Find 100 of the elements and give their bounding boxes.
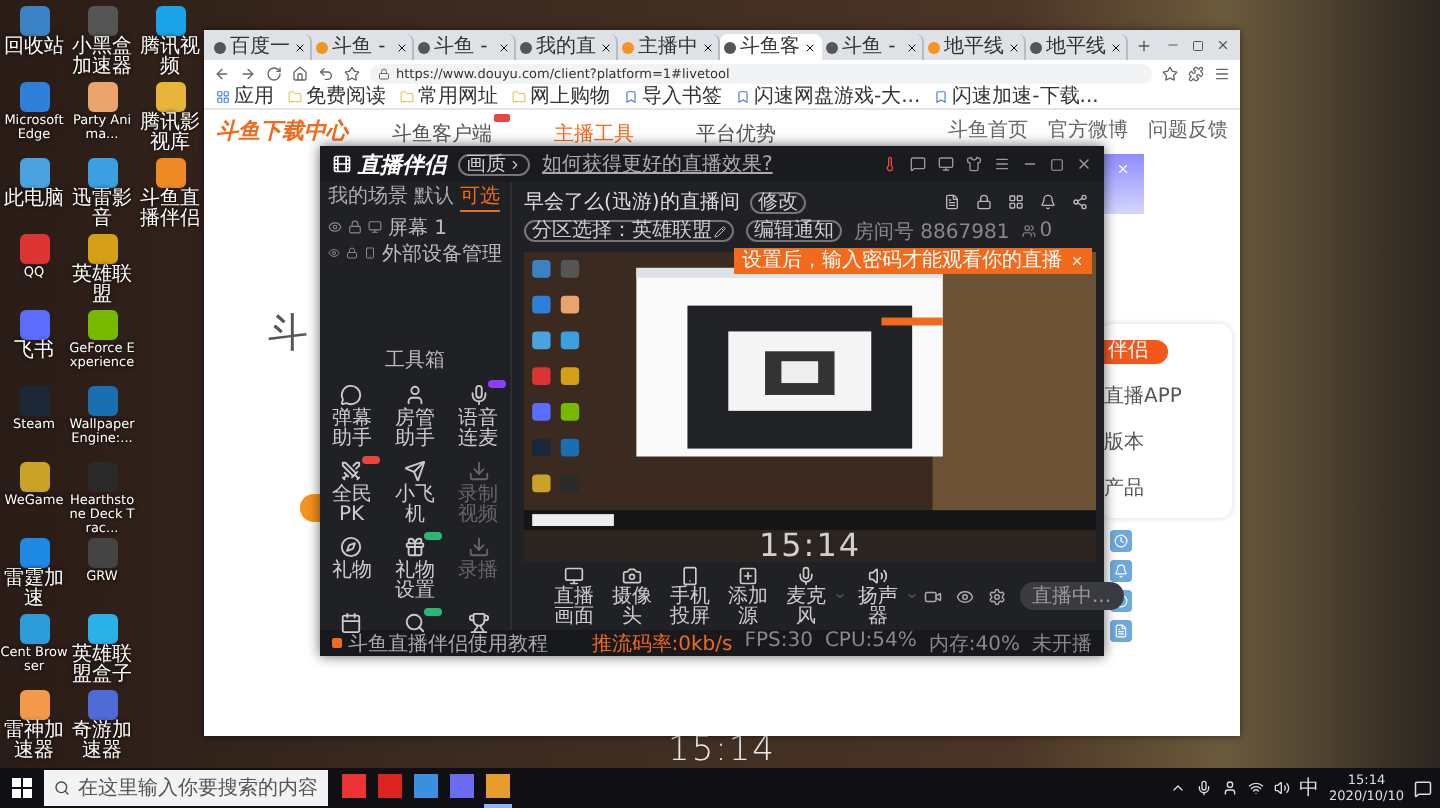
chevron-icon[interactable] xyxy=(1169,780,1186,796)
star-icon[interactable] xyxy=(344,65,360,81)
desktop-shortcut[interactable]: 飞书 xyxy=(0,310,68,386)
control-button[interactable]: 直播画面 xyxy=(548,565,600,627)
desktop-shortcut[interactable]: 奇游加速器 xyxy=(68,690,136,766)
message-icon[interactable] xyxy=(910,156,926,172)
bookmark[interactable]: 常用网址 xyxy=(400,86,498,108)
close-icon[interactable] xyxy=(1008,41,1020,53)
star-icon[interactable] xyxy=(1162,65,1178,81)
notice-button[interactable]: 编辑通知 xyxy=(746,220,842,242)
desktop-shortcut[interactable]: 雷霆加速 xyxy=(0,538,68,614)
menu-icon[interactable] xyxy=(1214,65,1230,81)
card-item[interactable]: 产品 xyxy=(1100,474,1228,502)
source-item[interactable]: 外部设备管理 xyxy=(320,240,510,266)
close-icon[interactable] xyxy=(906,41,918,53)
live-button[interactable]: 直播中... xyxy=(1020,582,1124,610)
grid-icon[interactable] xyxy=(1008,194,1024,210)
browser-tab[interactable]: 斗鱼 - xyxy=(312,34,414,60)
person-icon[interactable] xyxy=(1221,780,1238,796)
tool-item[interactable]: 房管助手 xyxy=(384,384,445,450)
clock-icon[interactable] xyxy=(1110,530,1132,552)
header-link[interactable]: 官方微博 xyxy=(1048,116,1128,144)
new-tab-icon[interactable] xyxy=(1136,38,1152,54)
bookmark[interactable]: 闪速网盘游戏-大... xyxy=(736,86,921,108)
control-button[interactable]: 麦克风 xyxy=(780,565,832,627)
header-link[interactable]: 问题反馈 xyxy=(1148,116,1228,144)
close-icon[interactable] xyxy=(600,41,612,53)
desktop-shortcut[interactable]: 英雄联盟盒子 xyxy=(68,614,136,690)
tool-item[interactable]: 全民PK xyxy=(321,460,382,526)
notification-icon[interactable] xyxy=(1414,779,1432,797)
card-item[interactable]: 直播APP xyxy=(1100,382,1228,410)
eye-icon[interactable] xyxy=(956,587,974,605)
nav-link[interactable]: 斗鱼客户端 xyxy=(392,113,510,147)
reload-icon[interactable] xyxy=(266,65,282,81)
close-icon[interactable] xyxy=(498,41,510,53)
taskbar-search-field[interactable]: 在这里输入你要搜索的内容 xyxy=(44,770,328,806)
close-icon[interactable] xyxy=(1110,41,1122,53)
shirt-icon[interactable] xyxy=(966,156,982,172)
control-button[interactable]: 摄像头 xyxy=(606,565,658,627)
maximize-icon[interactable] xyxy=(1050,157,1064,171)
microphone-icon[interactable] xyxy=(1195,780,1212,796)
bookmark[interactable]: 导入书签 xyxy=(624,86,722,108)
scene-tab[interactable]: 可选 xyxy=(460,185,500,211)
extension-icon[interactable] xyxy=(1188,65,1204,81)
browser-tab[interactable]: 地平线 xyxy=(1026,34,1128,60)
control-button[interactable]: 手机投屏 xyxy=(664,565,716,627)
desktop-shortcut[interactable]: 雷神加速器 xyxy=(0,690,68,766)
close-icon[interactable] xyxy=(294,41,306,53)
desktop-shortcut[interactable]: 迅雷影音 xyxy=(68,158,136,234)
share-icon[interactable] xyxy=(1072,194,1088,210)
desktop-shortcut[interactable]: 斗鱼直播伴侣 xyxy=(136,158,204,234)
desktop-shortcut[interactable]: 腾讯视频 xyxy=(136,6,204,82)
source-item[interactable]: 屏幕 1 xyxy=(320,214,510,240)
taskbar-app-icon[interactable] xyxy=(484,768,512,808)
browser-tab[interactable]: 地平线 xyxy=(924,34,1026,60)
header-link[interactable]: 斗鱼首页 xyxy=(948,116,1028,144)
browser-tab[interactable]: 斗鱼 - xyxy=(414,34,516,60)
back-icon[interactable] xyxy=(214,65,230,81)
document-icon[interactable] xyxy=(944,194,960,210)
desktop-shortcut[interactable]: 此电脑 xyxy=(0,158,68,234)
network-icon[interactable] xyxy=(1247,780,1264,796)
tool-item[interactable]: 礼物 xyxy=(321,536,382,602)
category-button[interactable]: 分区选择：英雄联盟 xyxy=(524,220,734,242)
browser-tab[interactable]: 我的直 xyxy=(516,34,618,60)
help-link[interactable]: 如何获得更好的直播效果? xyxy=(542,150,773,178)
video-icon[interactable] xyxy=(924,587,942,605)
bookmark[interactable]: 应用 xyxy=(216,86,274,108)
volume-icon[interactable] xyxy=(1273,780,1290,796)
undo-icon[interactable] xyxy=(318,65,334,81)
forward-icon[interactable] xyxy=(240,65,256,81)
maximize-icon[interactable] xyxy=(1192,39,1204,51)
desktop-shortcut[interactable]: 腾讯影视库 xyxy=(136,82,204,158)
scene-tab[interactable]: 默认 xyxy=(414,185,454,211)
tool-item[interactable]: 礼物设置 xyxy=(384,536,445,602)
home-icon[interactable] xyxy=(292,65,308,81)
tool-item[interactable]: 小飞机 xyxy=(384,460,445,526)
input-method[interactable]: 中 xyxy=(1299,774,1320,802)
close-icon[interactable] xyxy=(804,41,816,53)
quality-button[interactable]: 画质 xyxy=(458,153,530,175)
lock-icon[interactable] xyxy=(976,194,992,210)
card-item[interactable]: 版本 xyxy=(1100,428,1228,456)
desktop-shortcut[interactable]: 回收站 xyxy=(0,6,68,82)
control-button[interactable]: 扬声器 xyxy=(852,565,904,627)
desktop-shortcut[interactable]: 英雄联盟 xyxy=(68,234,136,310)
scene-tab[interactable]: 我的场景 xyxy=(328,185,408,211)
monitor-icon[interactable] xyxy=(938,156,954,172)
close-icon[interactable] xyxy=(702,41,714,53)
tool-item[interactable]: 语音连麦 xyxy=(448,384,509,450)
browser-tab[interactable]: 斗鱼 - xyxy=(822,34,924,60)
tool-item[interactable]: 弹幕助手 xyxy=(321,384,382,450)
menu-icon[interactable] xyxy=(994,156,1010,172)
bookmark[interactable]: 网上购物 xyxy=(512,86,610,108)
settings-icon[interactable] xyxy=(988,587,1006,605)
close-icon[interactable] xyxy=(396,41,408,53)
edit-button[interactable]: 修改 xyxy=(749,191,806,213)
bell-icon[interactable] xyxy=(1040,194,1056,210)
close-icon[interactable] xyxy=(1076,156,1092,172)
bookmark[interactable]: 免费阅读 xyxy=(288,86,386,108)
control-button[interactable]: 添加源 xyxy=(722,565,774,627)
bookmark[interactable]: 闪速加速-下载... xyxy=(934,86,1099,108)
